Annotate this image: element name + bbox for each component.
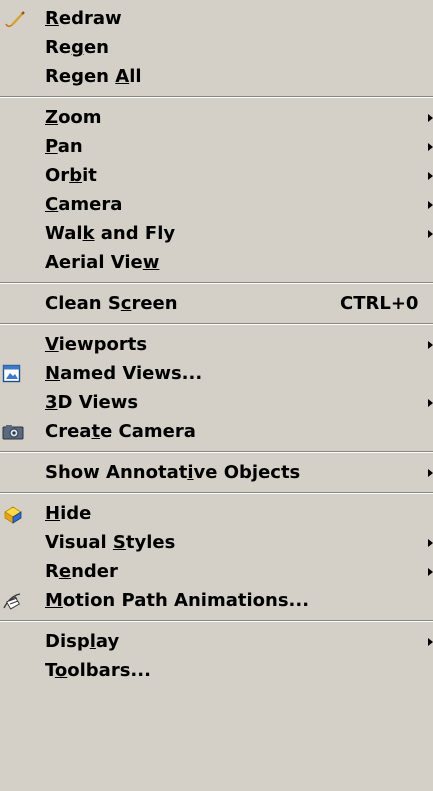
menu-item-toolbars[interactable]: Toolbars...	[0, 656, 433, 685]
menu-item-motion-path-animations[interactable]: Motion Path Animations...	[0, 586, 433, 615]
submenu-arrow-icon	[428, 172, 433, 180]
submenu-arrow-icon	[428, 638, 433, 646]
submenu-arrow-icon	[428, 341, 433, 349]
view-menu: Redraw Regen Regen All Zoom Pan Orbit Ca…	[0, 0, 433, 791]
menu-item-display[interactable]: Display	[0, 627, 433, 656]
menu-item-zoom[interactable]: Zoom	[0, 103, 433, 132]
menu-item-clean-screen[interactable]: Clean Screen CTRL+0	[0, 289, 433, 318]
menu-separator	[0, 446, 433, 458]
submenu-arrow-icon	[428, 539, 433, 547]
menu-separator	[0, 277, 433, 289]
submenu-arrow-icon	[428, 230, 433, 238]
menu-item-named-views[interactable]: Named Views...	[0, 359, 433, 388]
submenu-arrow-icon	[428, 201, 433, 209]
menu-item-pan[interactable]: Pan	[0, 132, 433, 161]
motion-path-icon	[2, 591, 40, 611]
menu-item-create-camera[interactable]: Create Camera	[0, 417, 433, 446]
menu-item-redraw[interactable]: Redraw	[0, 4, 433, 33]
menu-item-regen[interactable]: Regen	[0, 33, 433, 62]
menu-item-3d-views[interactable]: 3D Views	[0, 388, 433, 417]
menu-item-aerial-view[interactable]: Aerial View	[0, 248, 433, 277]
submenu-arrow-icon	[428, 399, 433, 407]
named-views-icon	[2, 364, 40, 384]
menu-item-orbit[interactable]: Orbit	[0, 161, 433, 190]
menu-item-render[interactable]: Render	[0, 557, 433, 586]
menu-separator	[0, 91, 433, 103]
shortcut-clean-screen: CTRL+0	[340, 293, 419, 314]
submenu-arrow-icon	[428, 568, 433, 576]
menu-separator	[0, 487, 433, 499]
submenu-arrow-icon	[428, 114, 433, 122]
menu-item-camera[interactable]: Camera	[0, 190, 433, 219]
camera-icon	[2, 422, 40, 442]
submenu-arrow-icon	[428, 143, 433, 151]
menu-item-visual-styles[interactable]: Visual Styles	[0, 528, 433, 557]
menu-separator	[0, 615, 433, 627]
submenu-arrow-icon	[428, 469, 433, 477]
hide-icon	[2, 504, 40, 524]
menu-item-hide[interactable]: Hide	[0, 499, 433, 528]
menu-item-regen-all[interactable]: Regen All	[0, 62, 433, 91]
menu-item-viewports[interactable]: Viewports	[0, 330, 433, 359]
menu-item-walk-and-fly[interactable]: Walk and Fly	[0, 219, 433, 248]
pencil-icon	[2, 9, 40, 29]
menu-separator	[0, 318, 433, 330]
menu-item-show-annotative-objects[interactable]: Show Annotative Objects	[0, 458, 433, 487]
